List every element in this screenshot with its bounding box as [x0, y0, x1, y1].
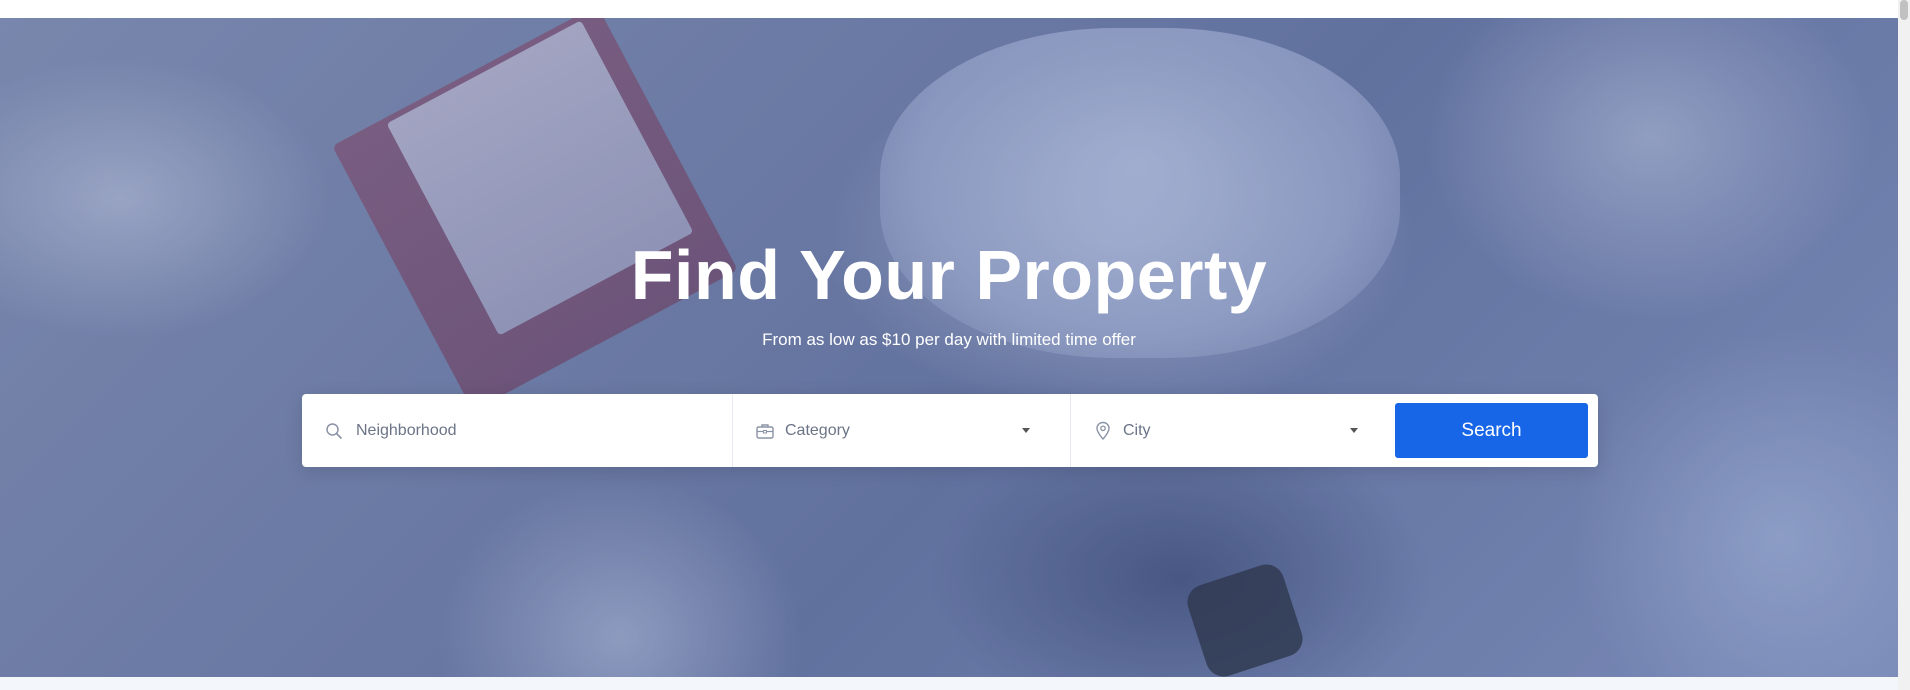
city-select-value: City [1123, 421, 1151, 439]
hero-banner: Find Your Property From as low as $10 pe… [0, 18, 1898, 677]
scrollbar-thumb[interactable] [1900, 0, 1908, 20]
hero-content: Find Your Property From as low as $10 pe… [0, 18, 1898, 677]
city-select[interactable]: City [1071, 394, 1396, 467]
map-pin-icon [1093, 421, 1113, 441]
hero-subtitle: From as low as $10 per day with limited … [762, 330, 1136, 349]
search-button[interactable]: Search [1395, 403, 1588, 458]
neighborhood-input[interactable] [354, 420, 718, 441]
category-select-value: Category [785, 421, 850, 439]
chevron-down-icon [1022, 428, 1030, 433]
search-icon [324, 421, 344, 441]
neighborhood-field[interactable] [302, 394, 733, 467]
top-strip [0, 0, 1898, 18]
property-search-form: Category City Search [302, 394, 1598, 467]
next-section-edge [0, 677, 1898, 690]
page-scrollbar[interactable] [1898, 0, 1910, 690]
hero-title: Find Your Property [630, 236, 1268, 314]
category-select[interactable]: Category [733, 394, 1071, 467]
briefcase-icon [755, 421, 775, 441]
chevron-down-icon [1350, 428, 1358, 433]
